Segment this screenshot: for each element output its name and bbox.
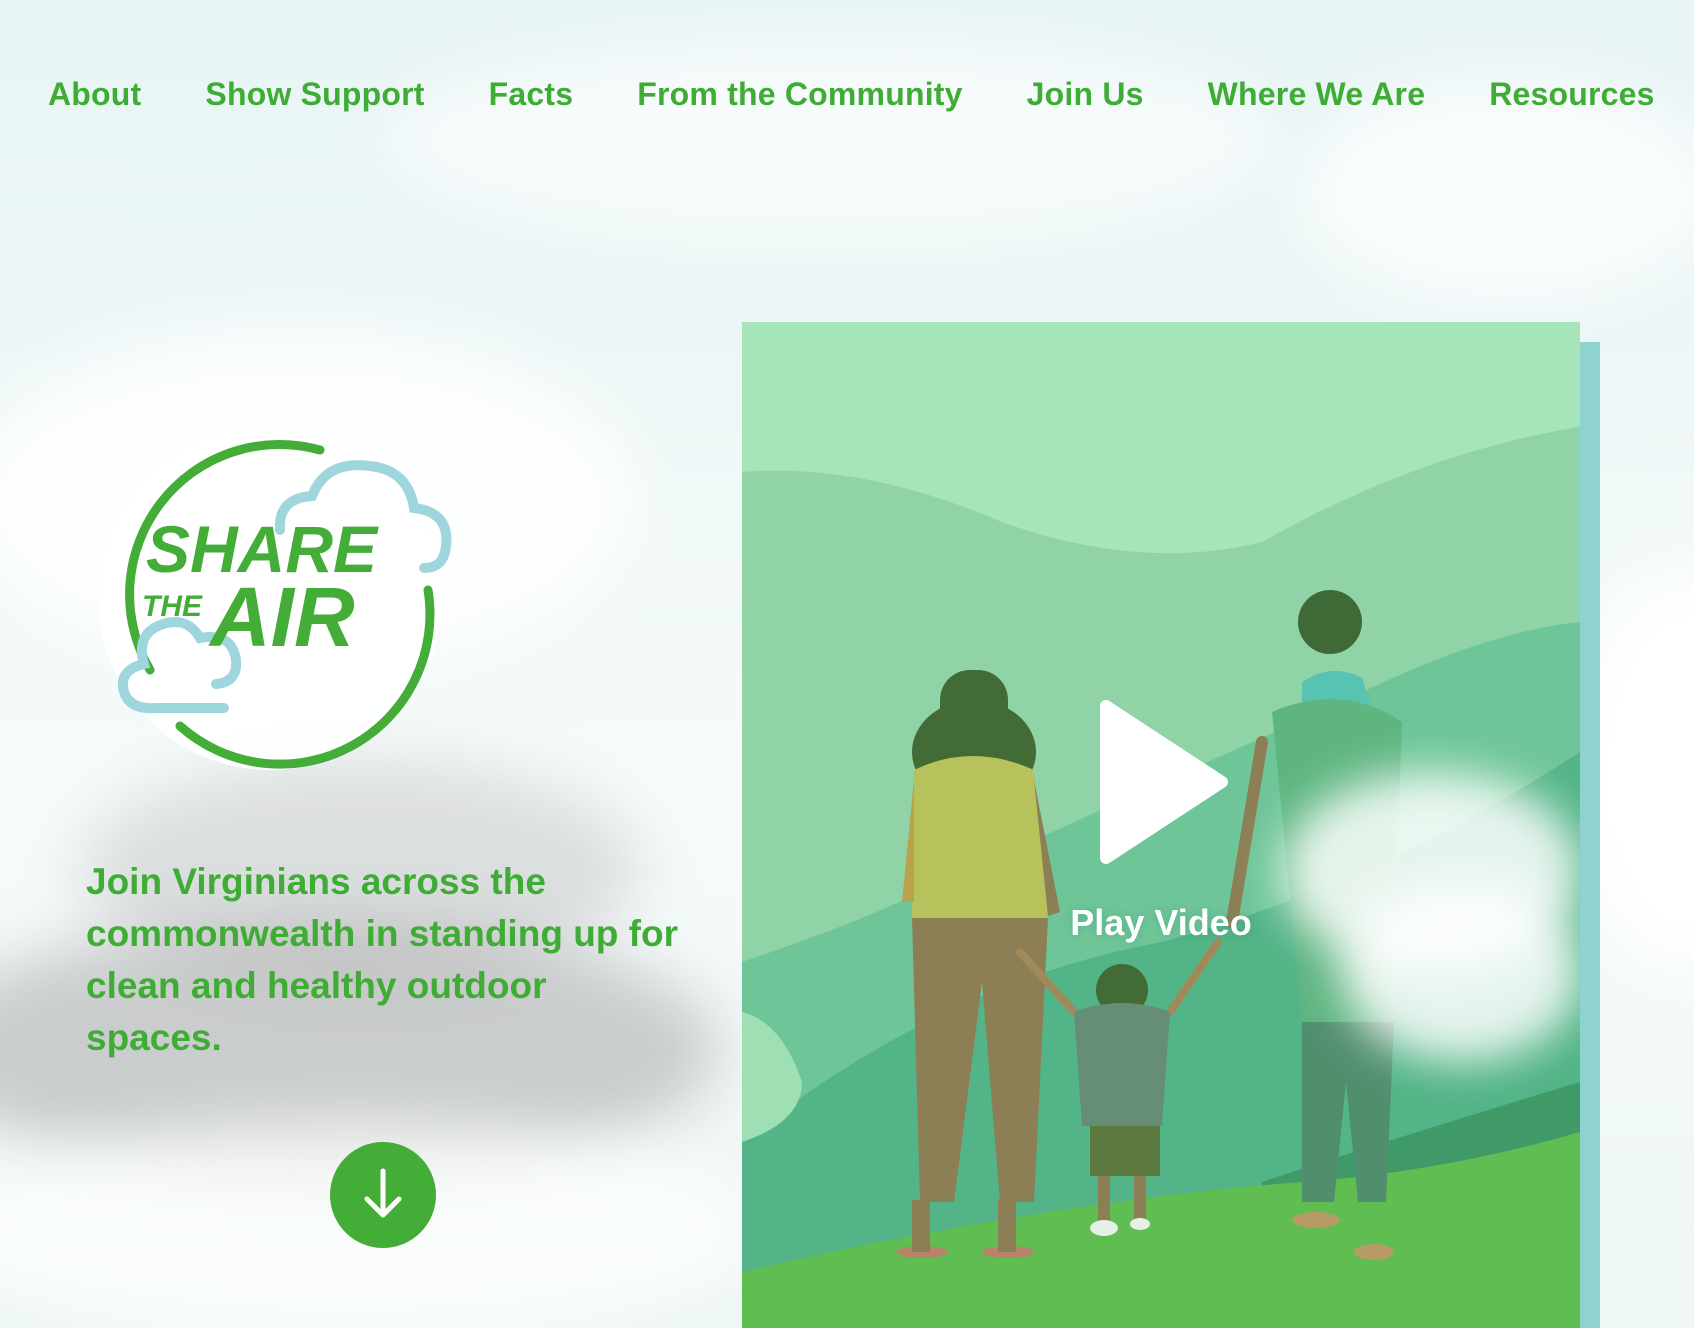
main-nav: About Show Support Facts From the Commun… [48,76,1694,113]
nav-join-us[interactable]: Join Us [1027,76,1144,113]
nav-resources[interactable]: Resources [1489,76,1654,113]
nav-facts[interactable]: Facts [489,76,574,113]
nav-from-the-community[interactable]: From the Community [637,76,962,113]
hero-tagline: Join Virginians across the commonwealth … [86,861,678,1058]
nav-about[interactable]: About [48,76,141,113]
video-player[interactable]: Play Video [742,322,1580,1328]
play-icon[interactable] [1092,692,1232,872]
scroll-down-button[interactable] [330,1142,436,1248]
logo-text-the: THE [142,590,203,623]
arrow-down-icon [364,1168,402,1218]
nav-where-we-are[interactable]: Where We Are [1208,76,1426,113]
logo-text-air: AIR [208,570,355,664]
play-video-label[interactable]: Play Video [742,902,1580,944]
share-the-air-logo[interactable]: SHARE THE AIR [90,420,470,770]
nav-show-support[interactable]: Show Support [205,76,424,113]
